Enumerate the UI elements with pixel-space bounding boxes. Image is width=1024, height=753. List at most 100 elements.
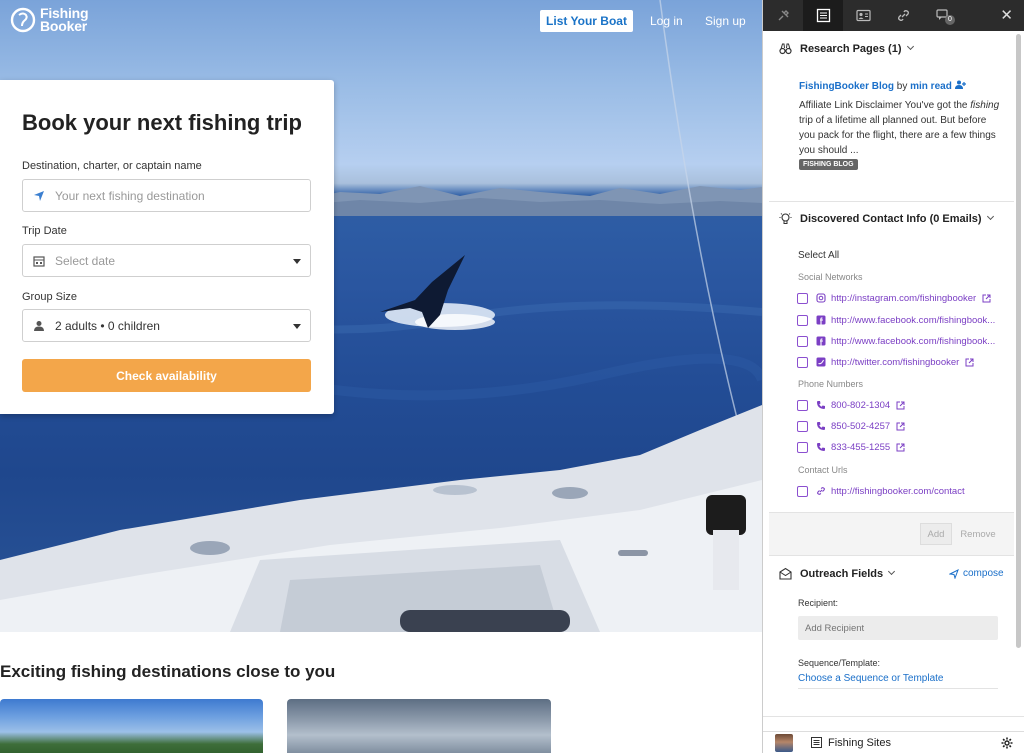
twitter-icon [816, 357, 826, 367]
add-person-icon[interactable] [954, 80, 966, 89]
website-viewport: Fishing Booker List Your Boat Log in Sig… [0, 0, 762, 753]
social-row-facebook-1[interactable]: http://www.facebook.com/fishingbook... [797, 313, 995, 327]
contact-info-header[interactable]: Discovered Contact Info (0 Emails) [779, 212, 994, 225]
social-link-text[interactable]: http://www.facebook.com/fishingbook... [831, 315, 995, 326]
phone-icon [817, 401, 825, 409]
phone-icon [817, 422, 825, 430]
chevron-down-icon [293, 259, 301, 264]
divider [763, 716, 1024, 717]
footer-list-label[interactable]: Fishing Sites [828, 737, 891, 749]
phone-row-2[interactable]: 850-502-4257 [797, 419, 905, 433]
phone-text[interactable]: 800-802-1304 [831, 400, 890, 411]
chevron-down-icon [293, 324, 301, 329]
checkbox[interactable] [797, 399, 808, 411]
remove-contacts-button[interactable]: Remove [958, 523, 998, 545]
pin-tab[interactable] [763, 0, 803, 31]
link-icon [817, 487, 825, 495]
outreach-fields-header[interactable]: Outreach Fields [779, 567, 896, 580]
facebook-icon [816, 336, 826, 346]
external-link-icon[interactable] [896, 443, 905, 452]
gear-icon[interactable] [1001, 737, 1013, 749]
contact-url-text[interactable]: http://fishingbooker.com/contact [831, 486, 965, 497]
category-tag: FISHING BLOG [799, 159, 858, 170]
sequence-label: Sequence/Template: [798, 658, 881, 668]
destinations-section-title: Exciting fishing destinations close to y… [0, 662, 336, 681]
url-row-1[interactable]: http://fishingbooker.com/contact [797, 484, 965, 498]
list-icon [811, 737, 822, 748]
destination-card-1[interactable] [0, 699, 263, 753]
instagram-icon [816, 293, 826, 303]
trip-date-select[interactable]: Select date [22, 244, 311, 277]
compose-link[interactable]: compose [949, 568, 1004, 579]
divider [798, 688, 998, 689]
recipient-input[interactable] [798, 616, 998, 640]
contact-info-title: Discovered Contact Info (0 Emails) [800, 212, 982, 225]
avatar[interactable] [775, 733, 793, 752]
checkbox[interactable] [797, 335, 808, 347]
checkbox[interactable] [797, 441, 808, 453]
checkbox[interactable] [797, 485, 808, 497]
external-link-icon[interactable] [965, 358, 974, 367]
fishingbooker-logo[interactable]: Fishing Booker [10, 6, 89, 34]
blog-name-link[interactable]: FishingBooker Blog [799, 81, 894, 92]
chat-tab[interactable]: 0 [923, 0, 963, 31]
excerpt-emphasis: fishing [970, 100, 1000, 111]
social-row-facebook-2[interactable]: http://www.facebook.com/fishingbook... [797, 334, 995, 348]
blog-by: by [896, 81, 908, 92]
extension-footer: Fishing Sites [763, 731, 1024, 753]
scrollbar[interactable] [1016, 34, 1021, 648]
search-card-title: Book your next fishing trip [22, 110, 302, 135]
site-header: Fishing Booker List Your Boat Log in Sig… [0, 0, 762, 44]
contact-urls-label: Contact Urls [798, 465, 848, 475]
pin-icon [778, 10, 789, 21]
check-availability-button[interactable]: Check availability [22, 359, 311, 392]
select-all-link[interactable]: Select All [798, 250, 839, 261]
link-tab[interactable] [883, 0, 923, 31]
external-link-icon[interactable] [896, 401, 905, 410]
destination-input[interactable]: Your next fishing destination [22, 179, 311, 212]
logo-line-2: Booker [40, 18, 88, 34]
checkbox[interactable] [797, 314, 808, 326]
logo-wordmark: Fishing Booker [40, 6, 89, 34]
external-link-icon[interactable] [982, 294, 991, 303]
research-pages-header[interactable]: Research Pages (1) [779, 42, 914, 55]
chat-count-badge: 0 [945, 15, 955, 25]
social-row-instagram[interactable]: http://instagram.com/fishingbooker [797, 291, 991, 305]
group-size-select[interactable]: 2 adults • 0 children [22, 309, 311, 342]
checkbox[interactable] [797, 420, 808, 432]
choose-sequence-link[interactable]: Choose a Sequence or Template [798, 673, 943, 684]
phone-icon [817, 443, 825, 451]
contact-card-icon [855, 9, 871, 22]
research-pages-title: Research Pages (1) [800, 42, 902, 55]
social-link-text[interactable]: http://instagram.com/fishingbooker [831, 293, 976, 304]
signup-link[interactable]: Sign up [705, 14, 746, 28]
phone-row-3[interactable]: 833-455-1255 [797, 440, 905, 454]
checkbox[interactable] [797, 292, 808, 304]
list-your-boat-button[interactable]: List Your Boat [540, 10, 633, 32]
send-icon [949, 568, 959, 579]
destination-card-2[interactable] [287, 699, 551, 753]
add-contacts-button[interactable]: Add [920, 523, 952, 545]
external-link-icon[interactable] [896, 422, 905, 431]
phone-text[interactable]: 850-502-4257 [831, 421, 890, 432]
link-icon [897, 10, 909, 21]
blog-author-link[interactable]: min read [910, 81, 952, 92]
contact-card-tab[interactable] [843, 0, 883, 31]
phone-text[interactable]: 833-455-1255 [831, 442, 890, 453]
lightbulb-icon [779, 213, 792, 224]
social-row-twitter[interactable]: http://twitter.com/fishingbooker [797, 355, 974, 369]
compose-label: compose [963, 568, 1004, 579]
close-icon[interactable]: ✕ [1000, 6, 1013, 24]
phone-row-1[interactable]: 800-802-1304 [797, 398, 905, 412]
divider [769, 555, 1014, 556]
social-link-text[interactable]: http://twitter.com/fishingbooker [831, 357, 959, 368]
login-link[interactable]: Log in [650, 14, 683, 28]
list-tab[interactable] [803, 0, 843, 31]
excerpt-part-1: Affiliate Link Disclaimer You've got the [799, 100, 971, 111]
research-item-title: FishingBooker Blog by min read [799, 80, 966, 92]
social-link-text[interactable]: http://www.facebook.com/fishingbook... [831, 336, 995, 347]
chevron-down-icon [888, 567, 896, 576]
list-icon [816, 8, 830, 23]
fishhook-logo-icon [10, 7, 36, 33]
checkbox[interactable] [797, 356, 808, 368]
